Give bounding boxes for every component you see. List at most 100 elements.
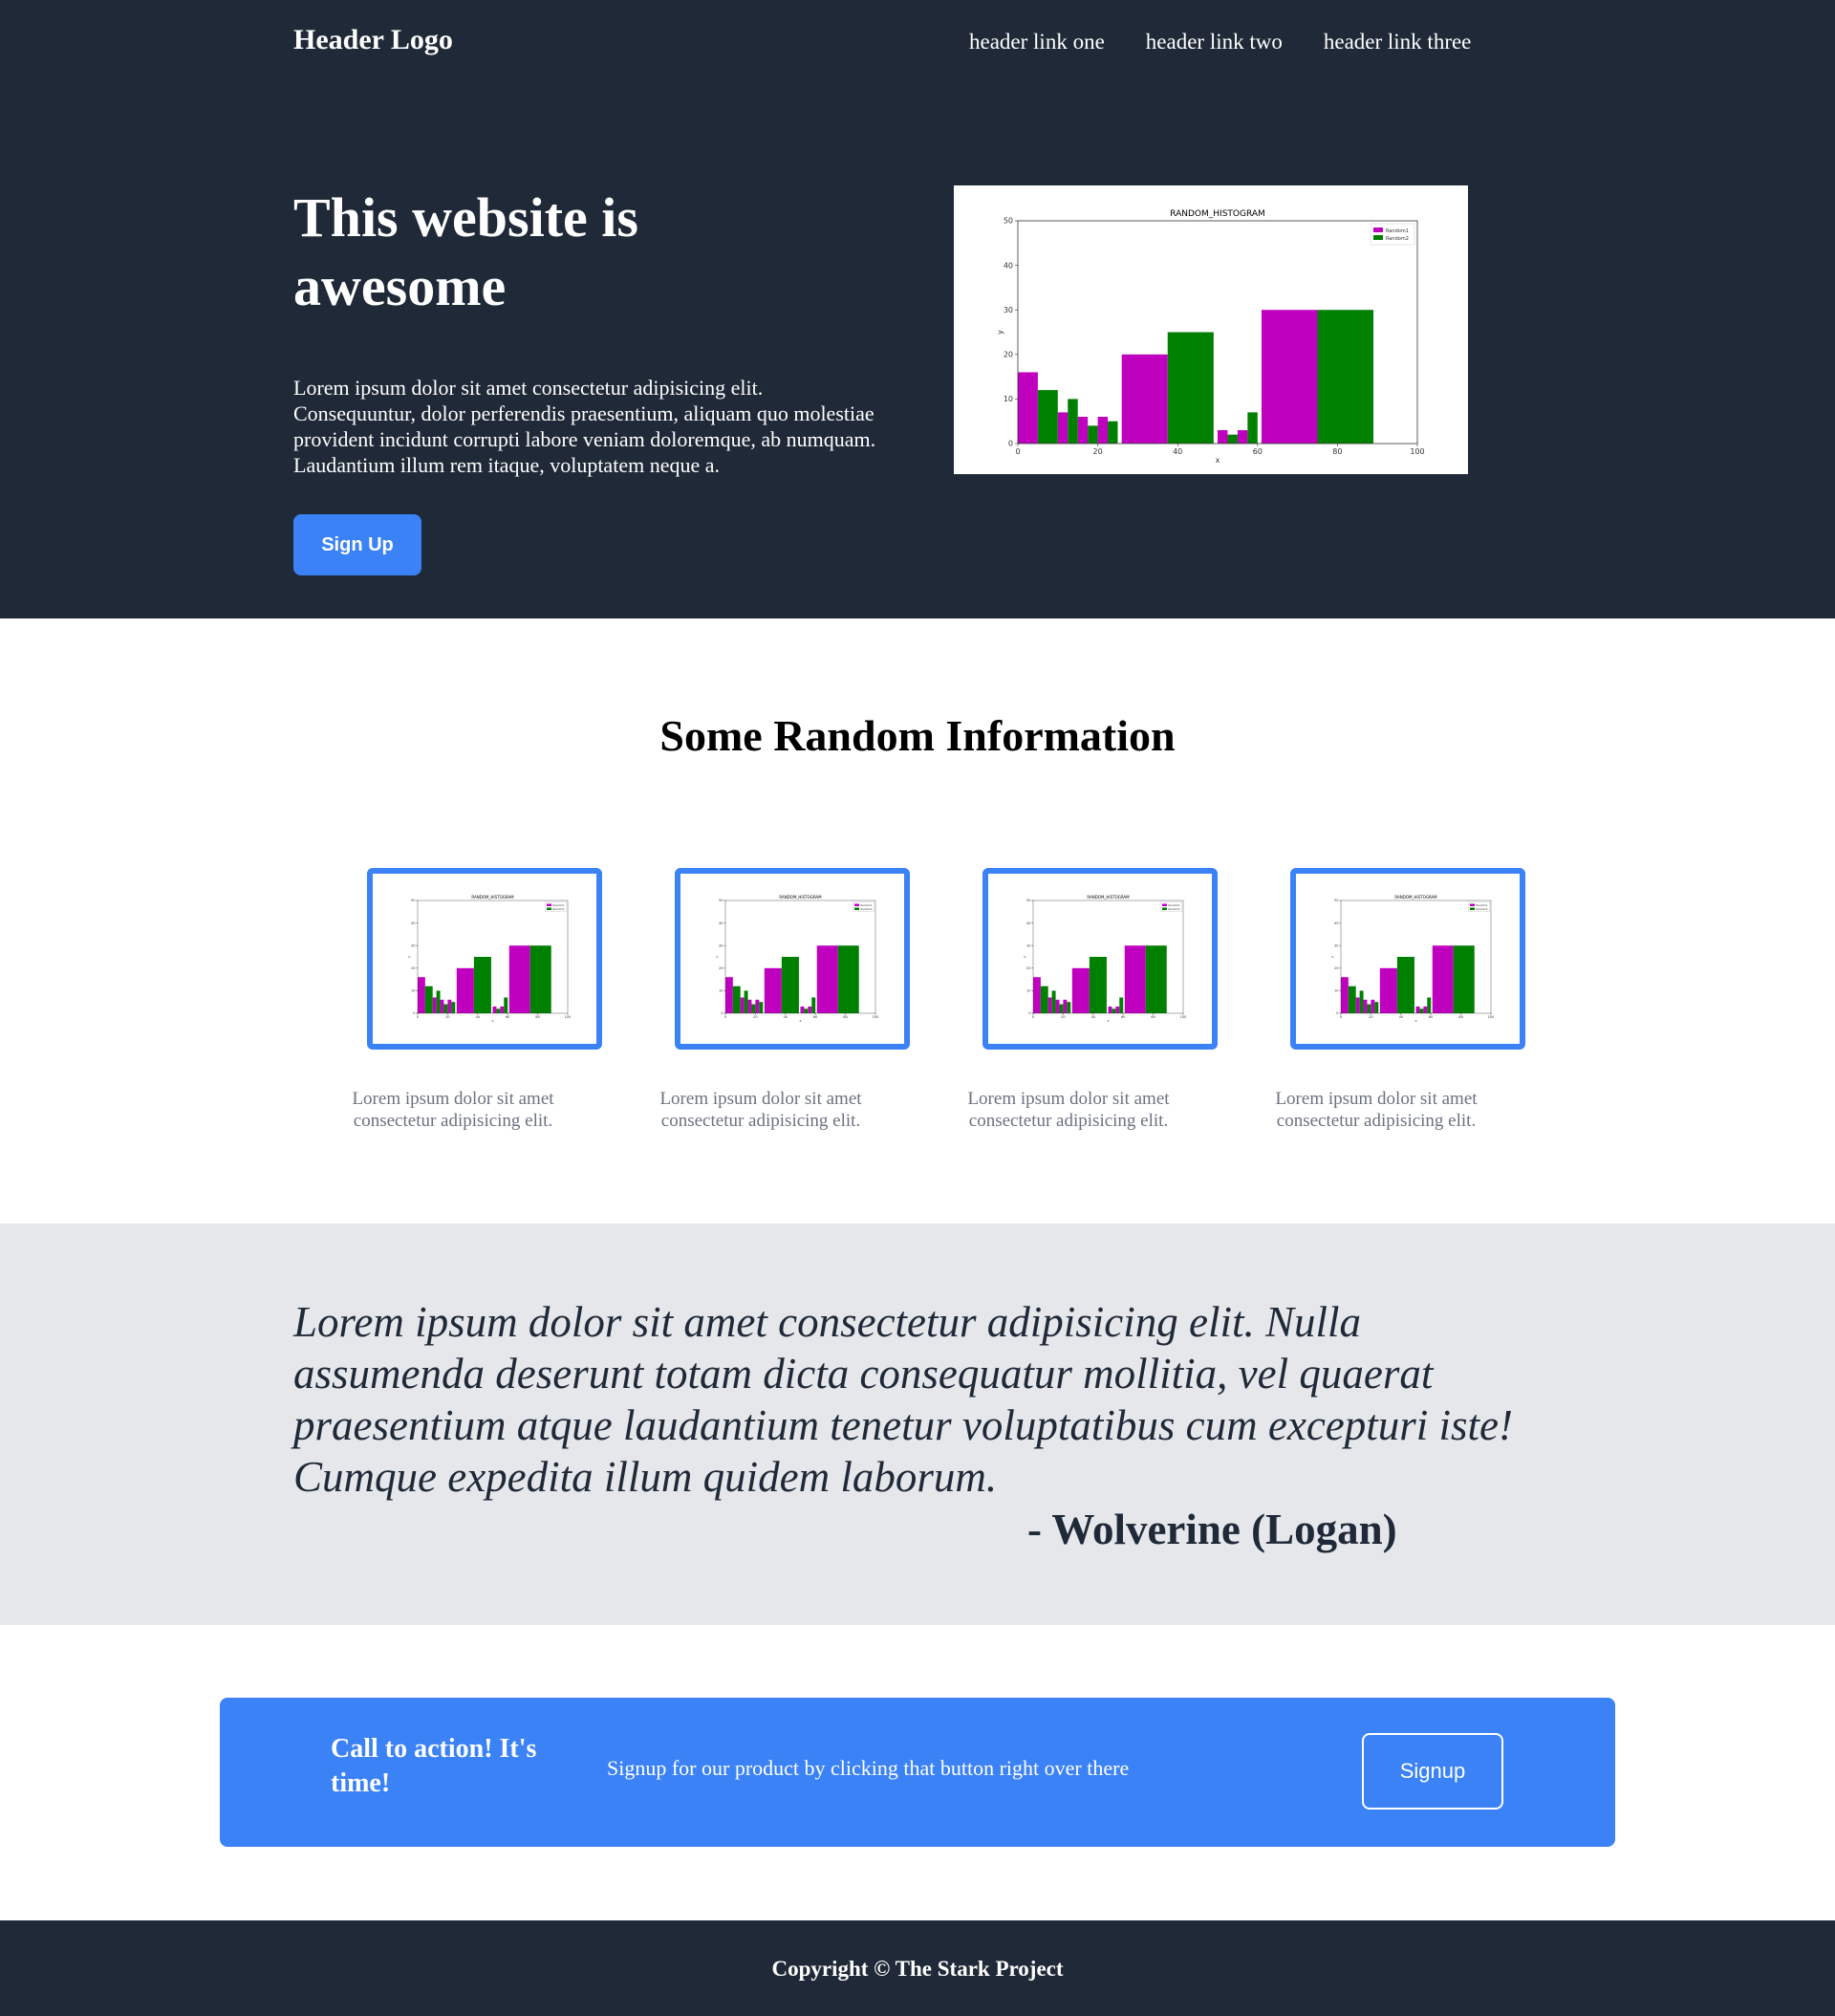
chart-bar-2: [443, 1004, 448, 1013]
chart-title: RANDOM_HISTOGRAM: [1394, 895, 1437, 900]
chart-bar-2: [1367, 1004, 1371, 1013]
y-tick-label: 40: [1026, 921, 1030, 925]
x-tick-label: 0: [1032, 1015, 1034, 1019]
chart-bar-1: [1371, 999, 1375, 1013]
card-text-4: Lorem ipsum dolor sit amet consectetur a…: [1275, 1089, 1478, 1131]
legend-label: Random2: [1477, 907, 1488, 911]
chart-bar-1: [1121, 354, 1168, 444]
chart-bar-2: [732, 986, 741, 1013]
chart-bar-2: [1088, 425, 1098, 444]
card-histogram-chart: RANDOM_HISTOGRAM 0 20 40 60 80 100 0 10 20 30 40 50 x…: [1023, 895, 1187, 1023]
card-text-2: Lorem ipsum dolor sit amet consectetur a…: [659, 1089, 862, 1131]
card-image-2: RANDOM_HISTOGRAM 0 20 40 60 80 100 0 10 20 30 40 50 x…: [675, 868, 910, 1050]
chart-bar-2: [1108, 421, 1118, 444]
chart-bar-2: [1453, 945, 1475, 1013]
sign-up-button[interactable]: Sign Up: [293, 514, 421, 575]
histogram-chart: RANDOM_HISTOGRAM 0 20 40 60 80 100 0 10 20 30 40 50 x…: [996, 209, 1425, 465]
y-tick-label: 10: [411, 989, 415, 993]
chart-bar-2: [473, 957, 491, 1013]
chart-bar-2: [837, 945, 859, 1013]
chart-bar-1: [1055, 999, 1060, 1013]
y-tick-label: 30: [411, 943, 415, 947]
x-axis-label: x: [491, 1019, 493, 1023]
chart-bar-2: [504, 997, 508, 1013]
x-tick-label: 40: [784, 1015, 788, 1019]
chart-bar-2: [1119, 997, 1124, 1013]
chart-bar-2: [496, 1008, 501, 1013]
chart-bar-1: [500, 1006, 505, 1013]
x-tick-label: 20: [445, 1015, 449, 1019]
chart-bar-2: [1427, 997, 1432, 1013]
legend-swatch: [1470, 907, 1475, 910]
y-tick-label: 20: [1026, 966, 1030, 970]
chart-bar-2: [1059, 1004, 1064, 1013]
y-axis-label: y: [407, 956, 411, 958]
x-tick-label: 100: [1410, 447, 1424, 456]
header-link-one[interactable]: header link one: [969, 27, 1105, 57]
chart-bar-2: [744, 990, 748, 1013]
y-tick-label: 10: [1334, 989, 1338, 993]
x-tick-label: 40: [1173, 447, 1182, 456]
chart-bar-1: [747, 999, 752, 1013]
chart-bar-1: [1063, 999, 1068, 1013]
y-tick-label: 30: [1004, 306, 1013, 314]
card-image-3: RANDOM_HISTOGRAM 0 20 40 60 80 100 0 10 20 30 40 50 x…: [982, 868, 1218, 1050]
x-tick-label: 20: [1061, 1015, 1065, 1019]
y-tick-label: 30: [1334, 943, 1338, 947]
chart-bar-2: [1145, 945, 1167, 1013]
chart-bar-1: [1341, 977, 1349, 1013]
x-tick-label: 80: [1151, 1015, 1155, 1019]
chart-bar-1: [740, 997, 745, 1013]
chart-bar-2: [1040, 986, 1048, 1013]
legend-label: Random2: [1169, 907, 1180, 911]
legend-label: Random2: [553, 907, 565, 911]
chart-bar-2: [804, 1008, 809, 1013]
legend-swatch: [1470, 903, 1475, 906]
y-tick-label: 50: [719, 899, 723, 902]
chart-bar-1: [440, 999, 444, 1013]
signup-button[interactable]: Signup: [1362, 1733, 1503, 1810]
footer: Copyright © The Stark Project: [0, 1920, 1835, 2016]
y-axis-label: y: [1330, 956, 1334, 958]
chart-bar-1: [1415, 1006, 1420, 1013]
x-tick-label: 0: [1340, 1015, 1342, 1019]
chart-bar-2: [1359, 990, 1364, 1013]
chart-bar-1: [1108, 1006, 1112, 1013]
chart-bar-1: [1077, 417, 1089, 444]
y-tick-label: 50: [1334, 899, 1338, 902]
x-axis-label: x: [1107, 1019, 1109, 1023]
chart-bar-1: [1237, 430, 1248, 444]
hero-histogram-image: RANDOM_HISTOGRAM 0 20 40 60 80 100 0 10 20 30 40 50 x…: [954, 185, 1468, 474]
chart-bar-2: [1374, 1002, 1379, 1013]
card-image-4: RANDOM_HISTOGRAM 0 20 40 60 80 100 0 10 20 30 40 50 x…: [1290, 868, 1525, 1050]
y-tick-label: 30: [1026, 943, 1030, 947]
chart-title: RANDOM_HISTOGRAM: [471, 895, 514, 900]
header-logo[interactable]: Header Logo: [293, 21, 453, 59]
x-tick-label: 0: [1015, 447, 1020, 456]
x-tick-label: 100: [1488, 1015, 1495, 1019]
chart-bar-2: [1167, 332, 1214, 444]
x-tick-label: 100: [1180, 1015, 1187, 1019]
y-axis-label: y: [1023, 956, 1026, 958]
chart-bar-2: [759, 1002, 764, 1013]
x-tick-label: 60: [506, 1015, 509, 1019]
chart-bar-2: [1396, 957, 1414, 1013]
hero-section: Header Logo header link one header link …: [0, 0, 1835, 618]
y-tick-label: 50: [1004, 217, 1013, 226]
x-tick-label: 40: [476, 1015, 480, 1019]
header-link-two[interactable]: header link two: [1146, 27, 1283, 57]
card-image-1: RANDOM_HISTOGRAM 0 20 40 60 80 100 0 10 20 30 40 50 x…: [367, 868, 602, 1050]
header-link-three[interactable]: header link three: [1324, 27, 1472, 57]
chart-bar-2: [1112, 1008, 1116, 1013]
call-to-action-banner: Call to action! It's time! Signup for ou…: [220, 1698, 1615, 1847]
chart-bar-1: [808, 1006, 812, 1013]
chart-bar-1: [1363, 999, 1368, 1013]
y-axis-label: y: [715, 956, 719, 958]
legend-label: Random1: [861, 903, 873, 907]
y-axis-label: y: [996, 330, 1004, 335]
x-tick-label: 60: [1429, 1015, 1433, 1019]
card-histogram-chart: RANDOM_HISTOGRAM 0 20 40 60 80 100 0 10 20 30 40 50 x…: [1330, 895, 1495, 1023]
legend-swatch: [1162, 907, 1167, 910]
chart-bar-2: [1348, 986, 1356, 1013]
chart-bar-2: [751, 1004, 756, 1013]
